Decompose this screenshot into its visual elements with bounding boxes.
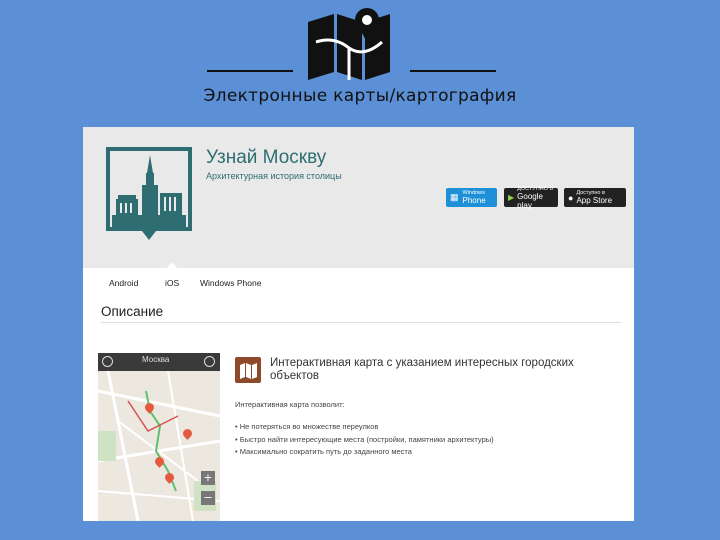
map-feature-icon (235, 357, 261, 383)
app-map-screenshot: Москва + − (98, 353, 220, 521)
active-tab-pointer (167, 262, 177, 268)
app-banner: Узнай Москву Архитектурная история столи… (83, 127, 634, 268)
zoom-in-button[interactable]: + (201, 471, 215, 485)
windows-phone-store-button[interactable]: ▦ Windows Phone (446, 188, 497, 207)
section-title: Описание (101, 304, 164, 319)
list-item: • Максимально сократить путь до заданног… (235, 447, 412, 456)
tab-android[interactable]: Android (109, 278, 138, 288)
play-icon: ▶ (508, 193, 515, 202)
feature-title: Интерактивная карта с указанием интересн… (270, 357, 574, 382)
right-rule (410, 70, 496, 72)
map-city-label: Москва (142, 355, 170, 364)
apple-icon: ● (568, 192, 574, 203)
map-pin-icon (308, 8, 390, 80)
app-store-button[interactable]: ● Доступно в App Store (564, 188, 626, 207)
back-icon (102, 356, 113, 367)
feature-list: • Не потеряться во множестве переулков •… (235, 421, 494, 459)
app-title: Узнай Москву (206, 147, 327, 168)
list-item: • Не потеряться во множестве переулков (235, 422, 379, 431)
google-play-store-button[interactable]: ▶ ДОСТУПНО В Google play (504, 186, 558, 210)
platform-tabs: Android iOS Windows Phone (83, 278, 634, 298)
feature-lead: Интерактивная карта позволит: (235, 400, 345, 409)
webpage-screenshot: Узнай Москву Архитектурная история столи… (83, 127, 634, 521)
section-divider (101, 322, 621, 323)
windows-icon: ▦ (450, 192, 459, 202)
phone-top-bar: Москва (98, 353, 220, 371)
app-subtitle: Архитектурная история столицы (206, 171, 342, 181)
zoom-out-button[interactable]: − (201, 491, 215, 505)
slide-subtitle: Электронные карты/картография (203, 86, 517, 106)
help-icon (204, 356, 215, 367)
moscow-crest-logo (106, 147, 192, 240)
left-rule (207, 70, 293, 72)
tab-ios[interactable]: iOS (165, 278, 179, 288)
list-item: • Быстро найти интересующие места (постр… (235, 434, 494, 444)
tab-windows-phone[interactable]: Windows Phone (200, 278, 261, 288)
